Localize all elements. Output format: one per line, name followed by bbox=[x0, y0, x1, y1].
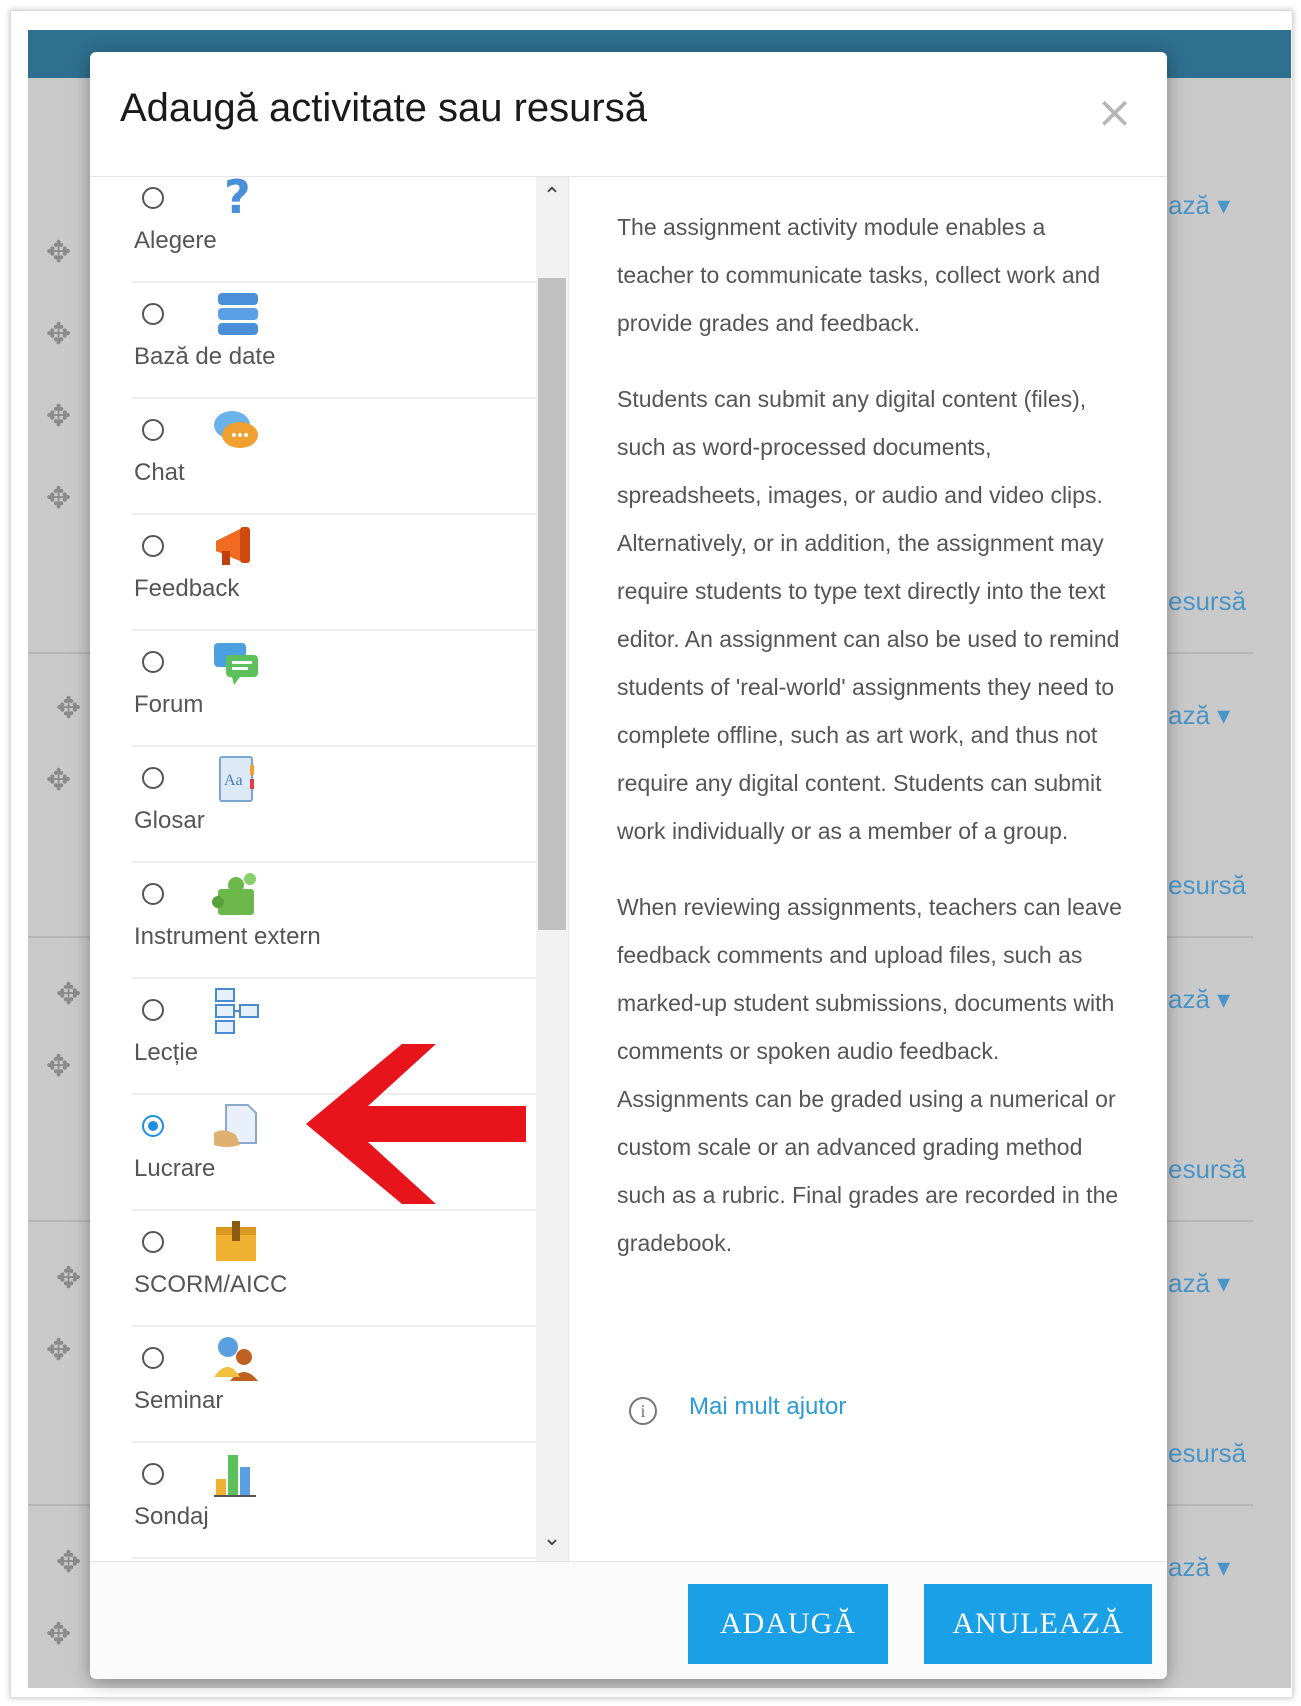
move-handle-icon[interactable]: ✥ bbox=[56, 1548, 81, 1578]
activity-label: Bază de date bbox=[134, 343, 276, 370]
radio-button[interactable] bbox=[142, 1231, 164, 1253]
move-handle-icon[interactable]: ✥ bbox=[46, 1336, 71, 1366]
glossary-icon: Aa bbox=[219, 756, 254, 802]
radio-button[interactable] bbox=[142, 303, 164, 325]
move-handle-icon[interactable]: ✥ bbox=[46, 320, 71, 350]
info-icon: i bbox=[629, 1397, 657, 1425]
activity-label: Glosar bbox=[134, 807, 205, 834]
red-arrow-annotation bbox=[306, 1044, 526, 1204]
megaphone-icon bbox=[216, 527, 250, 565]
activity-label: Forum bbox=[134, 691, 204, 718]
move-handle-icon[interactable]: ✥ bbox=[46, 1620, 71, 1650]
activity-option-chat[interactable]: Chat bbox=[90, 399, 536, 515]
dialog-title: Adaugă activitate sau resursă bbox=[120, 86, 647, 130]
workshop-icon bbox=[214, 1337, 258, 1381]
activity-label: Sondaj bbox=[134, 1503, 209, 1530]
move-handle-icon[interactable]: ✥ bbox=[56, 980, 81, 1010]
move-handle-icon[interactable]: ✥ bbox=[46, 766, 71, 796]
radio-button[interactable] bbox=[142, 1347, 164, 1369]
move-handle-icon[interactable]: ✥ bbox=[56, 694, 81, 724]
close-icon[interactable]: × bbox=[1090, 90, 1139, 136]
forum-icon bbox=[214, 643, 258, 685]
svg-text:Aa: Aa bbox=[224, 772, 243, 789]
database-icon bbox=[218, 293, 258, 335]
activity-option-scorm-aicc[interactable]: SCORM/AICC bbox=[90, 1211, 536, 1327]
assignment-icon bbox=[214, 1104, 257, 1147]
activity-option-seminar[interactable]: Seminar bbox=[90, 1327, 536, 1443]
activity-list: ? Alegere Bază de date Chat Feedback For… bbox=[90, 177, 536, 1561]
description-paragraph: When reviewing assignments, teachers can… bbox=[617, 894, 1122, 1256]
dialog-header: Adaugă activitate sau resursă × bbox=[90, 52, 1167, 177]
radio-button[interactable] bbox=[142, 767, 164, 789]
move-handle-icon[interactable]: ✥ bbox=[56, 1264, 81, 1294]
bg-resource-link[interactable]: esursă bbox=[1168, 1154, 1246, 1185]
bg-resource-link[interactable]: esursă bbox=[1168, 1438, 1246, 1469]
activity-label: Alegere bbox=[134, 227, 217, 254]
radio-button[interactable] bbox=[142, 187, 164, 209]
move-handle-icon[interactable]: ✥ bbox=[46, 484, 71, 514]
activity-option-feedback[interactable]: Feedback bbox=[90, 515, 536, 631]
move-handle-icon[interactable]: ✥ bbox=[46, 1052, 71, 1082]
package-icon bbox=[216, 1221, 256, 1261]
activity-option-glosar[interactable]: Aa Glosar bbox=[90, 747, 536, 863]
choice-question-icon: ? bbox=[224, 177, 251, 224]
radio-button[interactable] bbox=[142, 1463, 164, 1485]
bg-edit-link[interactable]: ază ▾ bbox=[1168, 984, 1230, 1015]
activity-option-forum[interactable]: Forum bbox=[90, 631, 536, 747]
bg-edit-link[interactable]: ază ▾ bbox=[1168, 700, 1230, 731]
chat-bubbles-icon bbox=[214, 411, 258, 448]
scroll-down-icon[interactable]: ⌄ bbox=[536, 1526, 568, 1556]
bg-edit-link[interactable]: ază ▾ bbox=[1168, 190, 1230, 221]
bg-resource-link[interactable]: esursă bbox=[1168, 586, 1246, 617]
radio-button[interactable] bbox=[142, 999, 164, 1021]
bg-edit-link[interactable]: ază ▾ bbox=[1168, 1552, 1230, 1583]
survey-chart-icon bbox=[214, 1455, 256, 1497]
add-button[interactable]: ADAUGĂ bbox=[688, 1584, 888, 1664]
description-paragraph: The assignment activity module enables a… bbox=[617, 214, 1101, 336]
scrollbar-thumb[interactable] bbox=[538, 278, 566, 930]
radio-button[interactable] bbox=[142, 651, 164, 673]
bg-resource-link[interactable]: esursă bbox=[1168, 870, 1246, 901]
activity-label: Instrument extern bbox=[134, 923, 321, 950]
activity-label: Seminar bbox=[134, 1387, 224, 1414]
puzzle-icon bbox=[212, 873, 256, 915]
activity-option-sondaj[interactable]: Sondaj bbox=[90, 1443, 536, 1559]
activity-label: Chat bbox=[134, 459, 185, 486]
move-handle-icon[interactable]: ✥ bbox=[46, 238, 71, 268]
activity-label: SCORM/AICC bbox=[134, 1271, 288, 1298]
lesson-flow-icon bbox=[215, 988, 259, 1034]
add-activity-dialog: Adaugă activitate sau resursă × ? Aleger… bbox=[90, 52, 1168, 1679]
radio-button[interactable] bbox=[142, 419, 164, 441]
activity-option-baza-de-date[interactable]: Bază de date bbox=[90, 283, 536, 399]
move-handle-icon[interactable]: ✥ bbox=[46, 402, 71, 432]
more-help-text[interactable]: Mai mult ajutor bbox=[689, 1393, 846, 1421]
activity-label: Feedback bbox=[134, 575, 240, 602]
radio-button[interactable] bbox=[142, 883, 164, 905]
cancel-button[interactable]: ANULEAZĂ bbox=[924, 1584, 1152, 1664]
radio-button-checked[interactable] bbox=[142, 1115, 164, 1137]
dialog-footer: ADAUGĂ ANULEAZĂ bbox=[90, 1561, 1167, 1679]
radio-button[interactable] bbox=[142, 535, 164, 557]
svg-text:?: ? bbox=[224, 177, 251, 224]
description-paragraph: Students can submit any digital content … bbox=[617, 386, 1120, 844]
bg-edit-link[interactable]: ază ▾ bbox=[1168, 1268, 1230, 1299]
activity-description: The assignment activity module enables a… bbox=[568, 177, 1168, 1561]
activity-label: Lecție bbox=[134, 1039, 199, 1066]
scroll-up-icon[interactable]: ⌃ bbox=[536, 184, 568, 214]
divider bbox=[132, 1557, 536, 1559]
activity-label: Lucrare bbox=[134, 1155, 216, 1182]
activity-option-alegere[interactable]: ? Alegere bbox=[90, 177, 536, 283]
activity-option-instrument-extern[interactable]: Instrument extern bbox=[90, 863, 536, 979]
